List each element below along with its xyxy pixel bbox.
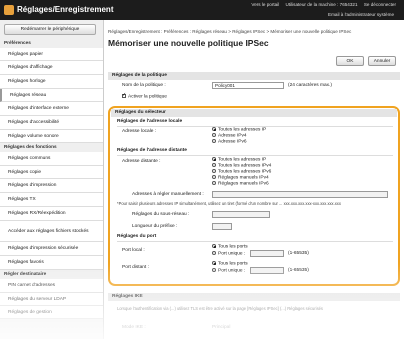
sidebar-item[interactable]: Réglages d'affichage — [0, 61, 103, 75]
selector-section-header: Réglages du sélecteur — [111, 109, 397, 117]
sidebar-item[interactable]: Réglages horloge — [0, 75, 103, 89]
subnet-label: Réglages du sous-réseau : — [132, 212, 190, 217]
subnet-input[interactable] — [212, 211, 270, 218]
local-option-0[interactable]: Toutes les adresses IP — [212, 127, 266, 132]
restart-device-button[interactable]: Redémarrer le périphérique — [4, 24, 96, 35]
sidebar-item[interactable]: Réglage volume sonore — [0, 130, 103, 143]
remote-port-all-radio[interactable] — [212, 261, 216, 265]
logout-link[interactable]: Se déconnecter — [364, 2, 396, 7]
remote-port-single-radio[interactable] — [212, 268, 216, 272]
settings-logo-icon — [4, 5, 14, 15]
remote-option-0[interactable]: Toutes les adresses IP — [212, 157, 266, 162]
manual-address-input[interactable] — [212, 191, 388, 198]
local-port-single-option[interactable]: Port unique : — [212, 251, 245, 256]
local-port-single-radio[interactable] — [212, 251, 216, 255]
ike-section-header: Réglages IKE — [108, 293, 400, 301]
remote-option-2[interactable]: Toutes les adresses IPv6 — [212, 169, 271, 174]
prefix-input[interactable] — [212, 223, 232, 230]
sidebar-item[interactable]: Réglages copie — [0, 166, 103, 179]
remote-address-label: Adresse distante : — [122, 159, 161, 164]
sidebar-item[interactable]: Réglages TX — [0, 193, 103, 207]
sidebar-item[interactable]: Accéder aux réglages fichiers stockés — [0, 221, 103, 242]
activate-policy-checkbox[interactable] — [122, 92, 126, 98]
main-content: Réglages/Enregistrement : Préférences : … — [108, 20, 402, 339]
local-port-range: (1-65535) — [288, 251, 309, 256]
remote-port-all-option[interactable]: Tous les ports — [212, 261, 248, 266]
remote-address-title: Réglages de l'adresse distante — [117, 148, 187, 153]
sidebar-item[interactable]: Réglages du serveur LDAP — [0, 293, 103, 306]
local-option-1[interactable]: Adresse IPv4 — [212, 133, 247, 138]
remote-radio-3[interactable] — [212, 175, 216, 179]
local-address-label: Adresse locale : — [122, 129, 157, 134]
local-radio-1[interactable] — [212, 133, 216, 137]
sidebar-section-heading: Préférences — [4, 40, 31, 45]
policy-name-label: Nom de la politique : — [122, 83, 166, 88]
ike-mode-value: Principal — [212, 325, 231, 330]
remote-port-range: (1-65535) — [288, 268, 309, 273]
manual-address-label: Adresses à régler manuellement : — [132, 192, 204, 197]
address-note: *Pour saisir plusieurs adresses IP simul… — [117, 201, 341, 206]
sidebar-item[interactable]: Réglages de gestion — [0, 306, 103, 319]
local-port-label: Port local : — [122, 248, 145, 253]
top-links: Vers le portail Utilisateur de la machin… — [246, 2, 396, 7]
app-title: Réglages/Enregistrement — [17, 5, 114, 14]
remote-radio-1[interactable] — [212, 163, 216, 167]
local-radio-2[interactable] — [212, 139, 216, 143]
remote-option-3[interactable]: Réglages manuels IPv4 — [212, 175, 269, 180]
breadcrumb: Réglages/Enregistrement : Préférences : … — [108, 29, 352, 34]
sidebar-item[interactable]: Réglages communs — [0, 152, 103, 166]
top-bar: Réglages/Enregistrement Vers le portail … — [0, 0, 404, 20]
remote-port-label: Port distant : — [122, 265, 149, 270]
sidebar-item[interactable]: Réglages d'accessibilité — [0, 116, 103, 130]
sidebar-item[interactable]: PIN carnet d'adresses — [0, 279, 103, 293]
admin-mail-link[interactable]: Email à l'administrateur système — [328, 12, 394, 17]
sidebar-item[interactable]: Réglages d'impression sécurisée — [0, 242, 103, 256]
user-label: Utilisateur de la machine : 7654321 — [285, 2, 358, 7]
sidebar-section-heading: Régler destinataire — [4, 271, 47, 276]
sidebar-item[interactable]: Réglages réseau — [0, 89, 103, 102]
policy-name-hint: (24 caractères max.) — [288, 83, 332, 88]
policy-section-header: Réglages de la politique — [108, 72, 400, 80]
local-port-input[interactable] — [250, 250, 284, 257]
local-radio-0[interactable] — [212, 127, 216, 131]
sidebar-item[interactable]: Réglages d'interface externe — [0, 102, 103, 116]
sidebar-item[interactable]: Réglages favoris — [0, 256, 103, 270]
sidebar-item[interactable]: Réglages d'impression — [0, 179, 103, 193]
port-title: Réglages du port — [117, 234, 157, 239]
page-title: Mémoriser une nouvelle politique IPSec — [108, 38, 269, 48]
prefix-label: Longueur du préfixe : — [132, 224, 178, 229]
remote-option-4[interactable]: Réglages manuels IPv6 — [212, 181, 269, 186]
cancel-button[interactable]: Annuler — [368, 56, 396, 66]
remote-radio-0[interactable] — [212, 157, 216, 161]
ike-mode-label: Mode IKE : — [122, 325, 146, 330]
remote-option-1[interactable]: Toutes les adresses IPv4 — [212, 163, 271, 168]
activate-policy-label: Activer la politique — [128, 94, 167, 100]
sidebar-item[interactable]: Réglages RX/Réexpédition — [0, 207, 103, 221]
remote-radio-2[interactable] — [212, 169, 216, 173]
ike-note: Lorsque l'authentification via (...) uti… — [117, 306, 323, 311]
local-option-2[interactable]: Adresse IPv6 — [212, 139, 247, 144]
local-address-title: Réglages de l'adresse locale — [117, 119, 183, 124]
sidebar: Redémarrer le périphérique Préférences Ré… — [0, 20, 104, 339]
policy-name-input[interactable]: Policy001 — [212, 82, 284, 89]
remote-port-single-option[interactable]: Port unique : — [212, 268, 245, 273]
remote-radio-4[interactable] — [212, 181, 216, 185]
remote-port-input[interactable] — [250, 267, 284, 274]
activate-policy-row: Activer la politique — [122, 92, 167, 100]
local-port-all-radio[interactable] — [212, 244, 216, 248]
sidebar-item[interactable]: Réglages papier — [0, 48, 103, 61]
ok-button[interactable]: OK — [336, 56, 364, 66]
sidebar-section-heading: Réglages des fonctions — [4, 144, 57, 149]
sidebar-list: Préférences Réglages papier Réglages d'aff… — [0, 39, 103, 319]
local-port-all-option[interactable]: Tous les ports — [212, 244, 248, 249]
portal-link[interactable]: Vers le portail — [251, 2, 279, 7]
